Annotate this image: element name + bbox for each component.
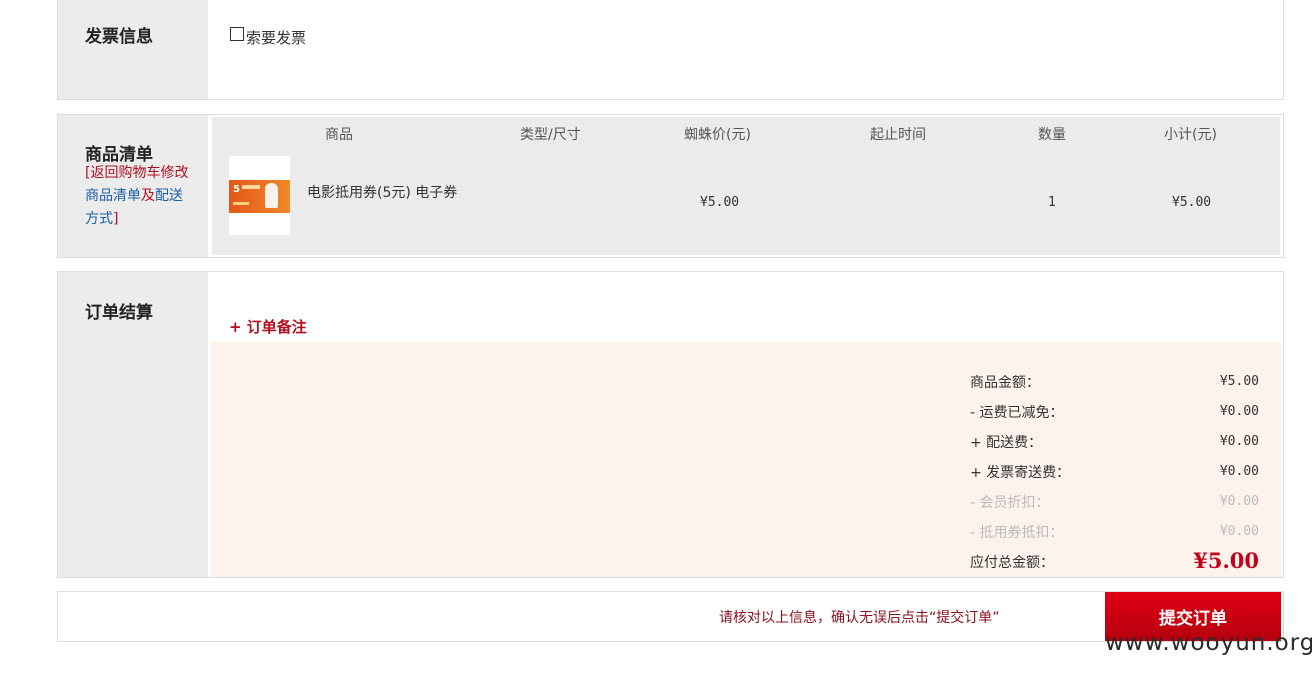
product-thumbnail[interactable]: 5 [229,156,290,235]
goods-sidebar: 商品清单 [返回购物车修改商品清单及配送方式] [58,115,208,257]
back-link-goods[interactable]: 商品清单 [85,188,141,204]
goods-panel: 商品清单 [返回购物车修改商品清单及配送方式] 商品 类型/尺寸 蜘蛛价(元) … [57,114,1284,258]
thumb-ribbon [233,202,249,205]
product-name[interactable]: 电影抵用券(5元) 电子券 [307,183,467,203]
summary-label-coupon: - 抵用券抵扣： [970,525,1064,541]
summary-area: 商品金额： ¥5.00 - 运费已减免： ¥0.00 + 配送费： ¥0.00 … [211,342,1281,577]
thumb-figure [265,183,278,208]
product-price: ¥5.00 [700,195,740,210]
watermark: www.wooyun.org [1105,630,1312,656]
summary-label-goods: 商品金额： [970,375,1040,391]
back-to-cart-link[interactable]: [返回购物车修改商品清单及配送方式] [85,162,195,231]
summary-value-invoice-fee: ¥0.00 [1219,464,1259,479]
invoice-panel: 发票信息 索要发票 [57,0,1284,100]
product-subtotal: ¥5.00 [1172,195,1212,210]
summary-value-goods: ¥5.00 [1219,374,1259,389]
header-qty: 数量 [1038,127,1066,143]
header-subtotal: 小计(元) [1164,127,1217,143]
order-sidebar: 订单结算 [58,272,208,577]
back-link-mid[interactable]: 改 [174,165,188,181]
back-link-close[interactable]: ] [113,211,118,227]
header-product: 商品 [325,127,353,143]
goods-table: 商品 类型/尺寸 蜘蛛价(元) 起止时间 数量 小计(元) 5 电影抵用券(5元… [212,117,1280,255]
submit-bar: 请核对以上信息，确认无误后点击“提交订单” [57,591,1284,642]
summary-value-delivery: ¥0.00 [1219,434,1259,449]
header-period: 起止时间 [870,127,926,143]
back-link-open[interactable]: [返回购物车修 [85,165,174,181]
request-invoice-label[interactable]: 索要发票 [246,27,306,48]
invoice-sidebar: 发票信息 [58,0,208,99]
thumb-number: 5 [233,184,240,195]
summary-label-member-discount: - 会员折扣： [970,495,1050,511]
back-link-and[interactable]: 及 [141,188,155,204]
summary-label-shipping-waived: - 运费已减免： [970,405,1064,421]
thumb-stripe [242,185,260,189]
summary-value-coupon: ¥0.00 [1219,524,1259,539]
summary-label-invoice-fee: + 发票寄送费： [970,465,1071,481]
request-invoice-checkbox[interactable] [230,27,244,41]
invoice-title: 发票信息 [85,27,153,47]
movie-ticket-image: 5 [229,180,290,213]
summary-value-shipping-waived: ¥0.00 [1219,404,1259,419]
order-panel: 订单结算 + 订单备注 商品金额： ¥5.00 - 运费已减免： ¥0.00 +… [57,271,1284,578]
confirm-text: 请核对以上信息，确认无误后点击“提交订单” [719,610,1000,626]
order-note-link[interactable]: + 订单备注 [229,316,307,337]
header-type: 类型/尺寸 [520,127,581,143]
total-label: 应付总金额： [970,555,1054,571]
product-qty: 1 [1048,195,1056,210]
header-price: 蜘蛛价(元) [684,127,751,143]
total-amount: ¥5.00 [1193,548,1259,573]
order-title: 订单结算 [85,303,153,323]
summary-value-member-discount: ¥0.00 [1219,494,1259,509]
summary-label-delivery: + 配送费： [970,435,1043,451]
